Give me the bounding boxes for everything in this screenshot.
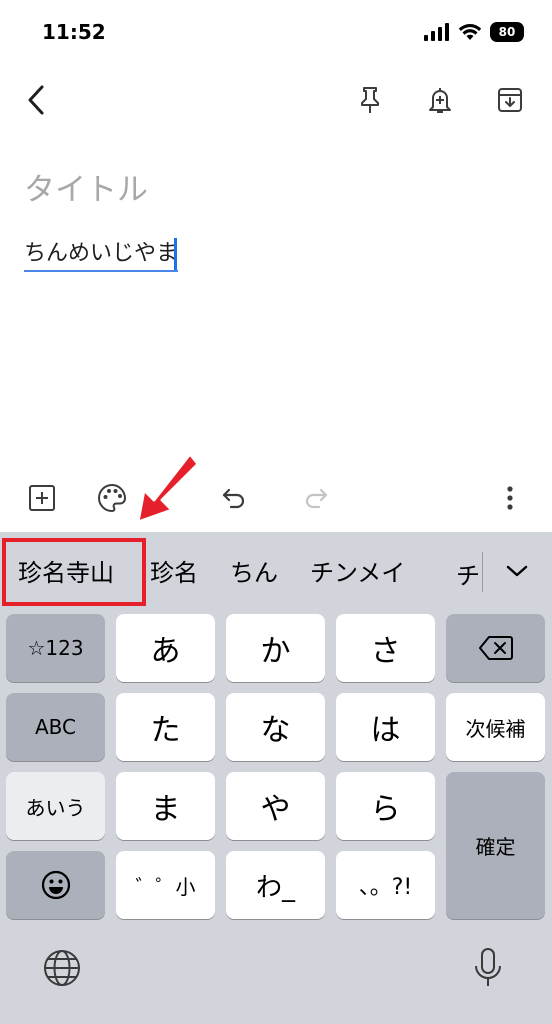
candidate-divider <box>482 552 483 592</box>
kana-key-sa[interactable]: さ <box>336 614 435 682</box>
signal-icon <box>424 23 449 41</box>
editor-toolbar <box>0 470 552 526</box>
archive-button[interactable] <box>490 78 530 122</box>
note-body-text[interactable]: ちんめいじやま <box>24 240 179 272</box>
globe-icon <box>44 950 80 986</box>
emoji-icon <box>41 870 70 900</box>
kana-key-label: な <box>260 713 291 748</box>
kana-key-label: ま <box>150 792 181 827</box>
redo-icon <box>305 488 328 509</box>
back-button[interactable] <box>16 78 56 122</box>
kana-key-wa[interactable]: わ_ <box>226 851 325 919</box>
kana-key-label: た <box>150 713 181 748</box>
numbers-key[interactable]: ☆123 <box>6 614 105 682</box>
kana-key-ma[interactable]: ま <box>116 772 215 840</box>
kana-key-label: は <box>370 713 401 748</box>
pin-icon <box>361 87 379 113</box>
microphone-button[interactable] <box>466 944 510 992</box>
emoji-key[interactable] <box>6 851 105 919</box>
expand-candidates-button[interactable] <box>500 554 534 588</box>
palette-icon <box>98 483 127 513</box>
dakuten-key-label: ゛゜小 <box>135 874 196 899</box>
candidate-overflow[interactable]: チ <box>456 532 484 608</box>
kana-mode-key[interactable]: あいう <box>6 772 105 840</box>
red-arrow-annotation-icon <box>136 452 200 524</box>
kana-key-label: さ <box>370 634 401 669</box>
note-title-input[interactable] <box>24 172 524 208</box>
kana-key-label: や <box>260 792 291 827</box>
back-arrow-icon <box>28 85 44 115</box>
abc-key[interactable]: ABC <box>6 693 105 761</box>
text-caret <box>174 238 177 270</box>
candidate-highlight-box <box>2 538 146 606</box>
status-icons: 80 <box>424 22 524 42</box>
kana-key-label: わ_ <box>255 872 295 903</box>
kana-key-ra[interactable]: ら <box>336 772 435 840</box>
wifi-icon <box>458 24 482 40</box>
candidate-item[interactable]: ちん <box>214 553 294 588</box>
kana-key-ha[interactable]: は <box>336 693 435 761</box>
kana-key-na[interactable]: な <box>226 693 325 761</box>
candidate-item[interactable]: 珍名 <box>134 553 214 588</box>
kana-key-ya[interactable]: や <box>226 772 325 840</box>
battery-indicator: 80 <box>490 22 524 42</box>
bell-plus-icon <box>429 88 451 113</box>
keyboard-bottom-row <box>0 932 552 1024</box>
redo-button[interactable] <box>296 478 336 518</box>
status-bar: 11:52 80 <box>0 0 552 64</box>
add-content-button[interactable] <box>22 478 62 518</box>
top-toolbar <box>0 70 552 130</box>
add-box-icon <box>29 485 55 511</box>
status-time: 11:52 <box>42 20 106 44</box>
punctuation-key-label: 、。?! <box>358 875 413 900</box>
backspace-icon <box>478 636 513 660</box>
archive-icon <box>498 88 522 112</box>
confirm-key-label: 確定 <box>475 835 516 859</box>
delete-key[interactable] <box>446 614 545 682</box>
undo-button[interactable] <box>214 478 254 518</box>
pin-button[interactable] <box>350 78 390 122</box>
numbers-key-label: ☆123 <box>27 636 84 660</box>
kana-key-label: あ <box>150 634 181 669</box>
kana-key-ta[interactable]: た <box>116 693 215 761</box>
next-candidate-key[interactable]: 次候補 <box>446 693 545 761</box>
chevron-down-icon <box>506 565 528 577</box>
candidate-item[interactable]: チンメイ <box>294 553 421 588</box>
more-vertical-icon <box>507 486 513 510</box>
undo-icon <box>222 488 245 509</box>
punctuation-key[interactable]: 、。?! <box>336 851 435 919</box>
confirm-key[interactable]: 確定 <box>446 772 545 919</box>
kana-key-label: か <box>260 634 291 669</box>
microphone-icon <box>475 948 501 986</box>
dakuten-key[interactable]: ゛゜小 <box>116 851 215 919</box>
more-options-button[interactable] <box>494 478 526 518</box>
kana-key-label: ら <box>370 792 401 827</box>
globe-button[interactable] <box>40 946 84 990</box>
kana-key-ka[interactable]: か <box>226 614 325 682</box>
reminder-button[interactable] <box>420 78 460 122</box>
abc-key-label: ABC <box>34 715 76 739</box>
kana-mode-label: あいう <box>25 795 86 820</box>
candidate-item[interactable]: チ <box>456 556 480 591</box>
kana-key-a[interactable]: あ <box>116 614 215 682</box>
next-candidate-label: 次候補 <box>465 716 526 741</box>
